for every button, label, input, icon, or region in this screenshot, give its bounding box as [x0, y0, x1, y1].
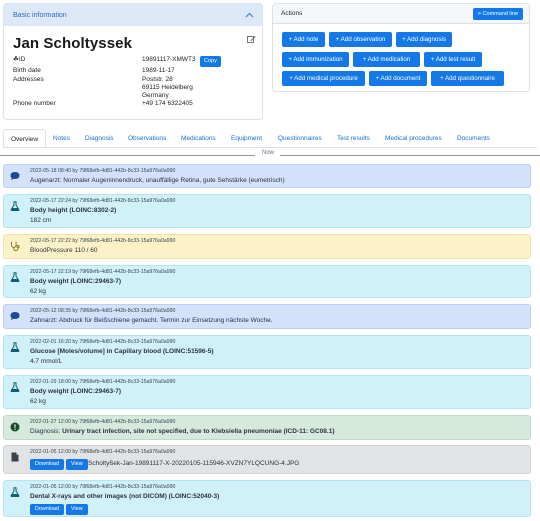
now-separator: Now [0, 150, 540, 160]
now-label: Now [262, 150, 275, 156]
add-medical-procedure-button[interactable]: + Add medical procedure [282, 71, 365, 86]
flask-icon [10, 487, 20, 497]
id-label: ☘ID [13, 56, 26, 63]
actions-card: Actions > Command line + Add note + Add … [272, 3, 530, 92]
add-immunization-button[interactable]: + Add immunization [282, 52, 349, 67]
add-document-button[interactable]: + Add document [369, 71, 427, 86]
item-text: Augenarzt: Normaler Augeninnendruck, una… [30, 177, 285, 184]
item-title: Body weight (LOINC:29463-7) [30, 388, 122, 395]
item-title: Dental X-rays and other images (not DICO… [30, 493, 220, 500]
timeline-item-test-result: 2022-01-05 12:00 by 79f68efb-4d81-442b-8… [3, 480, 531, 517]
flask-icon [10, 201, 20, 211]
tab-questionnaires[interactable]: Questionnaires [278, 129, 322, 148]
item-meta: 2022-02-01 16:20 by 79f68efb-4d81-442b-8… [30, 339, 176, 345]
add-observation-button[interactable]: + Add observation [329, 32, 392, 47]
tab-medical-procedures[interactable]: Medical procedures [385, 129, 442, 148]
item-meta: 2022-05-17 22:19 by 79f68efb-4d81-442b-8… [30, 269, 176, 275]
timeline-item-test-result: 2022-05-17 22:24 by 79f68efb-4d81-442b-8… [3, 194, 531, 228]
view-button[interactable]: View [66, 504, 88, 515]
item-meta: 2022-01-29 18:00 by 79f68efb-4d81-442b-8… [30, 379, 176, 385]
timeline-item-note: 2022-05-18 08:40 by 79f68efb-4d81-442b-8… [3, 164, 531, 188]
item-title: Body weight (LOINC:29463-7) [30, 278, 122, 285]
birth-date-label: Birth date [13, 67, 41, 74]
add-diagnosis-button[interactable]: + Add diagnosis [396, 32, 452, 47]
alert-circle-icon [10, 422, 20, 432]
tab-bar: Overview Notes Diagnosis Observations Me… [3, 129, 537, 148]
item-meta: 2022-05-17 22:22 by 79f68efb-4d81-442b-8… [30, 238, 176, 244]
view-button[interactable]: View [66, 459, 88, 470]
basic-information-title: Basic information [13, 11, 67, 19]
download-button[interactable]: Download [30, 459, 64, 470]
flask-icon [10, 382, 20, 392]
item-meta: 2022-01-05 12:00 by 79f68efb-4d81-442b-8… [30, 484, 176, 490]
item-value: 4.7 mmol/L [30, 358, 63, 365]
phone-label: Phone number [13, 100, 56, 107]
timeline-item-test-result: 2022-02-01 16:20 by 79f68efb-4d81-442b-8… [3, 335, 531, 369]
diagnosis-prefix: Diagnosis: [30, 428, 63, 435]
item-text: Diagnosis: Urinary tract infection, site… [30, 428, 335, 435]
basic-information-card: Basic information Jan Scholtyssek ☘ID 19… [3, 3, 263, 120]
actions-title: Actions [281, 10, 303, 17]
chevron-up-icon[interactable] [245, 11, 254, 20]
file-icon [10, 452, 20, 462]
tab-test-results[interactable]: Test results [337, 129, 370, 148]
id-value: 19891117-XMWT3 [142, 56, 196, 63]
item-text: BloodPressure 110 / 60 [30, 247, 98, 254]
item-text: Zahnarzt: Abdruck für Beißschiene gemach… [30, 317, 273, 324]
phone-value: +49 174 6322405 [142, 100, 193, 107]
flask-icon [10, 272, 20, 282]
document-filename: Scholtyßek-Jan-19891117-X-20220105-11594… [88, 460, 300, 467]
patient-name: Jan Scholtyssek [13, 35, 133, 52]
tab-notes[interactable]: Notes [53, 129, 70, 148]
item-meta: 2022-05-12 08:35 by 79f68efb-4d81-442b-8… [30, 308, 176, 314]
item-meta: 2022-05-18 08:40 by 79f68efb-4d81-442b-8… [30, 168, 176, 174]
timeline-item-test-result: 2022-05-17 22:19 by 79f68efb-4d81-442b-8… [3, 265, 531, 298]
basic-information-header[interactable]: Basic information [4, 4, 262, 26]
item-value: 62 kg [30, 398, 46, 405]
add-test-result-button[interactable]: + Add test result [424, 52, 482, 67]
timeline-item-note: 2022-05-12 08:35 by 79f68efb-4d81-442b-8… [3, 304, 531, 329]
item-meta: 2022-05-17 22:24 by 79f68efb-4d81-442b-8… [30, 198, 176, 204]
add-medication-button[interactable]: + Add medication [353, 52, 420, 67]
tab-medications[interactable]: Medications [181, 129, 216, 148]
speech-bubble-icon [10, 171, 20, 181]
item-title: Glucose [Moles/volume] in Capillary bloo… [30, 348, 214, 355]
birth-date-value: 1989-11-17 [142, 67, 175, 74]
item-title: Body height (LOINC:8302-2) [30, 207, 117, 214]
add-questionnaire-button[interactable]: + Add questionnaire [431, 71, 504, 86]
edit-icon[interactable] [247, 35, 256, 44]
now-line-left [0, 155, 255, 156]
timeline-item-diagnosis: 2022-01-27 12:00 by 79f68efb-4d81-442b-8… [3, 415, 531, 440]
item-value: 182 cm [30, 217, 52, 224]
speech-bubble-icon [10, 311, 20, 321]
download-button[interactable]: Download [30, 504, 64, 515]
item-meta: 2022-01-27 12:00 by 79f68efb-4d81-442b-8… [30, 419, 176, 425]
add-note-button[interactable]: + Add note [282, 32, 325, 47]
diagnosis-title: Urinary tract infection, site not specif… [62, 428, 335, 435]
tab-diagnosis[interactable]: Diagnosis [85, 129, 114, 148]
tab-equipment[interactable]: Equipment [231, 129, 262, 148]
stethoscope-icon [10, 241, 20, 251]
item-meta: 2022-01-05 12:00 by 79f68efb-4d81-442b-8… [30, 449, 176, 455]
copy-button[interactable]: Copy [200, 56, 221, 67]
tab-observations[interactable]: Observations [128, 129, 166, 148]
now-line-right [280, 155, 540, 156]
timeline-item-document: 2022-01-05 12:00 by 79f68efb-4d81-442b-8… [3, 445, 531, 474]
actions-header: Actions > Command line [273, 4, 529, 24]
flask-icon [10, 342, 20, 352]
item-value: 62 kg [30, 288, 46, 295]
tab-bar-divider [3, 147, 537, 148]
command-line-button[interactable]: > Command line [472, 7, 523, 20]
timeline-item-test-result: 2022-01-29 18:00 by 79f68efb-4d81-442b-8… [3, 375, 531, 409]
timeline-item-observation: 2022-05-17 22:22 by 79f68efb-4d81-442b-8… [3, 234, 531, 259]
addresses-label: Addresses [13, 76, 44, 83]
tab-documents[interactable]: Documents [457, 129, 490, 148]
tab-overview[interactable]: Overview [3, 129, 47, 148]
